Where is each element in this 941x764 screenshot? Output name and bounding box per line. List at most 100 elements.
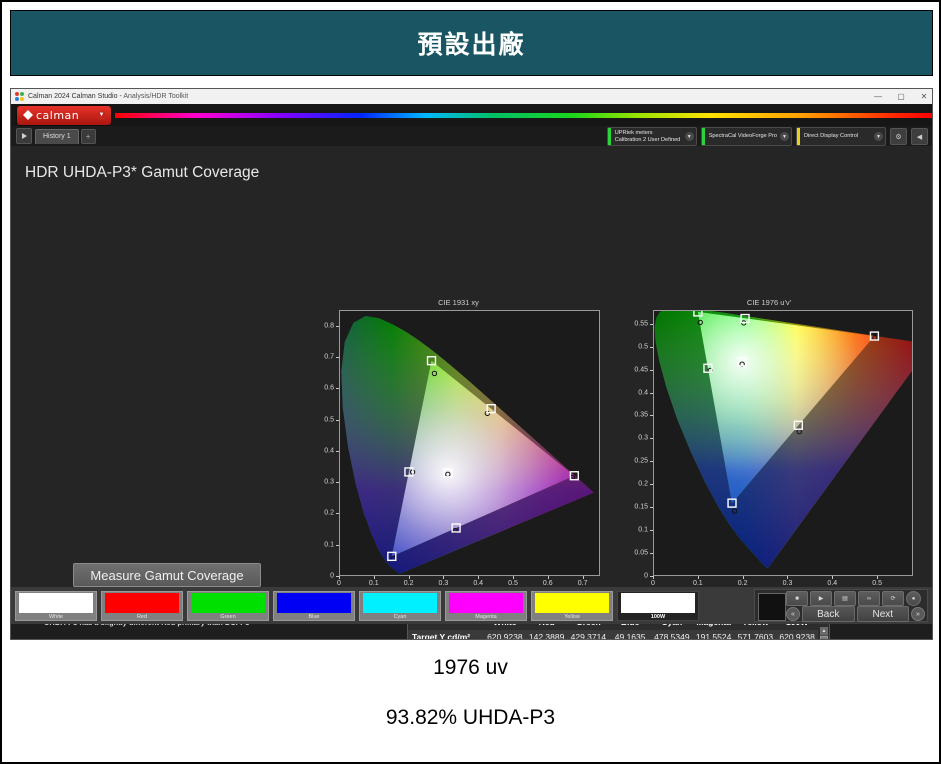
color-patch-cyan[interactable]: Cyan	[359, 591, 441, 621]
banner-title: 預設出廠	[417, 25, 525, 61]
y-tick-mark	[650, 438, 653, 439]
display-control-label: Direct Display Control	[801, 133, 872, 140]
cie-1931-plot-area[interactable]	[339, 310, 600, 576]
cie-1976-chart: CIE 1976 u'v' 00.10.20.30.40.500.050.10.…	[619, 298, 919, 598]
cie-1931-title: CIE 1931 xy	[311, 298, 606, 307]
calman-application-window: Calman 2024 Calman Studio - Analysis/HDR…	[10, 88, 933, 640]
maximize-button[interactable]: ▢	[895, 92, 907, 101]
y-tick-label: 0.1	[619, 527, 648, 534]
color-patch-100w[interactable]: 100W	[617, 591, 699, 621]
table-body: Target Y cd/m²620.9238142.3889429.371449…	[408, 630, 818, 640]
left-arrow-icon[interactable]: ◀	[911, 128, 928, 145]
link-icon[interactable]: ∞	[858, 591, 880, 606]
gear-icon[interactable]: ⚙	[890, 128, 907, 145]
y-tick-label: 0.3	[619, 435, 648, 442]
x-tick-mark	[787, 576, 788, 579]
chevron-down-icon[interactable]: ▼	[97, 111, 106, 120]
save-icon[interactable]: ▤	[834, 591, 856, 606]
x-tick-mark	[743, 576, 744, 579]
screenshot-root: 預設出廠 Calman 2024 Calman Studio - Analysi…	[0, 0, 941, 764]
x-tick-mark	[698, 576, 699, 579]
color-patch-label: Red	[137, 614, 147, 620]
x-tick-mark	[478, 576, 479, 579]
x-tick-label: 0.2	[404, 580, 414, 587]
display-control-selector[interactable]: Direct Display Control ▼	[796, 127, 886, 146]
color-patch-green[interactable]: Green	[187, 591, 269, 621]
y-tick-mark	[336, 482, 339, 483]
calman-logo-button[interactable]: calman ▼	[17, 106, 111, 125]
y-tick-mark	[336, 545, 339, 546]
y-tick-mark	[650, 507, 653, 508]
add-tab-button[interactable]: +	[81, 129, 96, 144]
x-tick-label: 0.2	[738, 580, 748, 587]
color-chip	[277, 593, 351, 613]
x-tick-mark	[339, 576, 340, 579]
y-tick-mark	[336, 451, 339, 452]
color-chip	[191, 593, 265, 613]
table-row-label: Target Y cd/m²	[408, 630, 484, 640]
table-cell: 571.7603	[735, 630, 777, 640]
circle-icon[interactable]: ●	[906, 591, 921, 606]
scrollbar-thumb[interactable]	[820, 636, 828, 640]
y-tick-mark	[650, 553, 653, 554]
color-chip	[621, 593, 695, 613]
calman-diamond-icon	[23, 110, 33, 120]
tab-history-1[interactable]: History 1	[35, 129, 79, 144]
source-selector[interactable]: SpectraCal VideoForge Pro ▼	[701, 127, 792, 146]
caption-line-2: 93.82% UHDA-P3	[2, 706, 939, 730]
meter-selector[interactable]: UPRtek meters Calibration 2 User Defined…	[607, 127, 697, 146]
color-patch-magenta[interactable]: Magenta	[445, 591, 527, 621]
x-tick-label: 0.3	[439, 580, 449, 587]
y-tick-mark	[336, 576, 339, 577]
color-patch-bar: White Red GreenBlueCyanMagentaYellow 100W ■…	[11, 587, 932, 624]
y-tick-mark	[336, 326, 339, 327]
table-cell: 191.5524	[693, 630, 735, 640]
play-session-button[interactable]	[16, 128, 32, 144]
table-scrollbar[interactable]: ▲ ▼	[820, 627, 828, 640]
minimize-button[interactable]: —	[872, 92, 884, 101]
color-patch-yellow[interactable]: Yellow	[531, 591, 613, 621]
x-tick-mark	[409, 576, 410, 579]
table-cell: 142.3889	[526, 630, 568, 640]
refresh-icon[interactable]: ⟳	[882, 591, 904, 606]
color-patch-white[interactable]: White	[15, 591, 97, 621]
cie-1931-chart: CIE 1931 xy 00.10.20.30.40.50.60.700.10.…	[311, 298, 606, 598]
chevron-down-icon[interactable]: ▼	[874, 132, 883, 141]
next-button[interactable]: Next	[857, 606, 910, 622]
color-patch-label: 100W	[651, 614, 665, 620]
play-icon[interactable]: ▶	[810, 591, 832, 606]
stop-icon[interactable]: ■	[786, 591, 808, 606]
y-tick-label: 0.15	[619, 504, 648, 511]
y-tick-label: 0.45	[619, 366, 648, 373]
display-status-indicator	[797, 128, 800, 145]
slide-banner: 預設出廠	[10, 10, 933, 76]
table-row[interactable]: Target Y cd/m²620.9238142.3889429.371449…	[408, 630, 818, 640]
next-arrow-icon[interactable]: »	[911, 607, 925, 621]
x-tick-label: 0.4	[473, 580, 483, 587]
calman-app-icon	[15, 92, 24, 101]
chevron-down-icon[interactable]: ▼	[685, 132, 694, 141]
measure-gamut-coverage-button[interactable]: Measure Gamut Coverage	[73, 563, 261, 587]
back-button[interactable]: Back	[802, 606, 855, 622]
x-tick-label: 0.3	[783, 580, 793, 587]
table-cell: 429.3714	[568, 630, 610, 640]
color-patch-blue[interactable]: Blue	[273, 591, 355, 621]
meter-selector-line1: UPRtek meters	[615, 130, 681, 137]
y-tick-label: 0.1	[311, 541, 334, 548]
back-arrow-icon[interactable]: «	[786, 607, 800, 621]
y-tick-label: 0.4	[311, 447, 334, 454]
x-tick-label: 0.1	[369, 580, 379, 587]
scroll-up-icon[interactable]: ▲	[820, 627, 828, 635]
cie-1976-plot-area[interactable]	[653, 310, 913, 576]
close-button[interactable]: ✕	[918, 92, 930, 101]
device-selectors: UPRtek meters Calibration 2 User Defined…	[607, 127, 928, 146]
y-tick-mark	[650, 393, 653, 394]
x-tick-label: 0	[337, 580, 341, 587]
page-title: HDR UHDA-P3* Gamut Coverage	[25, 164, 259, 182]
color-patch-red[interactable]: Red	[101, 591, 183, 621]
chevron-down-icon[interactable]: ▼	[780, 132, 789, 141]
x-tick-label: 0	[651, 580, 655, 587]
y-tick-mark	[650, 370, 653, 371]
x-tick-mark	[374, 576, 375, 579]
y-tick-label: 0.7	[311, 353, 334, 360]
